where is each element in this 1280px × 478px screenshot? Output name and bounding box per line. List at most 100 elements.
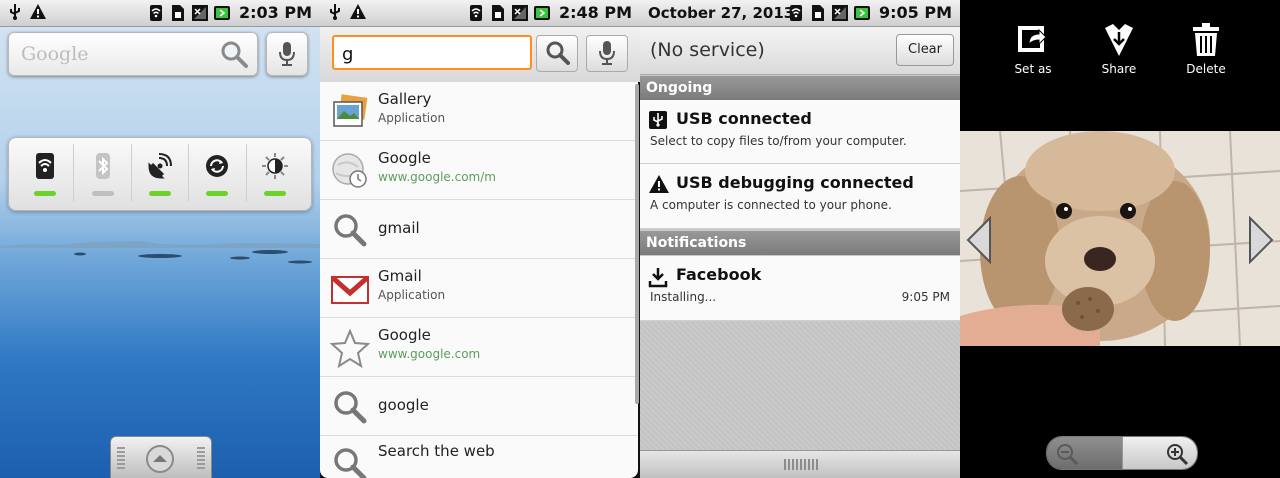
gps-state-indicator — [149, 191, 172, 196]
notification-shade: October 27, 2013 9:05 PM (No service) Cl… — [640, 0, 960, 478]
voice-search-button[interactable] — [266, 32, 308, 76]
zoom-out-button[interactable] — [1047, 437, 1122, 469]
shade-close-handle[interactable] — [640, 450, 960, 478]
gallery-viewer: Set as Share Delete — [960, 0, 1280, 478]
app-drawer-handle[interactable] — [110, 436, 212, 478]
set-as-label: Set as — [1014, 62, 1052, 76]
wifi-toggle[interactable] — [17, 144, 75, 202]
dog-photo — [960, 131, 1280, 346]
suggestion-gmail-app[interactable]: Gmail Application — [320, 259, 638, 318]
notification-text: A computer is connected to your phone. — [650, 198, 892, 212]
power-control-widget — [8, 137, 312, 211]
suggestion-url: www.google.com — [378, 347, 481, 361]
wallpaper-islands — [0, 241, 320, 264]
notification-usb-connected[interactable]: USB connected Select to copy files to/fr… — [640, 100, 960, 164]
download-icon — [648, 268, 668, 288]
brightness-icon — [261, 153, 288, 179]
suggestion-title: google — [378, 396, 429, 414]
notifications-header: Notifications — [640, 231, 960, 255]
notification-facebook-install[interactable]: Facebook Installing... 9:05 PM — [640, 256, 960, 321]
search-icon — [334, 448, 367, 478]
sim-icon — [491, 4, 504, 21]
suggestion-scrollbar[interactable] — [635, 84, 639, 404]
screenshot-collage: 2:03 PM Google 2:48 PM g Gallery Applica… — [0, 0, 1280, 478]
clear-button[interactable]: Clear — [896, 34, 954, 66]
battery-icon — [213, 5, 230, 20]
status-bar[interactable]: October 27, 2013 9:05 PM — [640, 0, 960, 27]
share-label: Share — [1101, 62, 1137, 76]
sync-toggle[interactable] — [189, 144, 247, 202]
notification-title: USB connected — [676, 109, 812, 128]
share-icon — [1105, 24, 1133, 56]
brightness-toggle[interactable] — [247, 144, 303, 202]
star-icon — [330, 328, 370, 368]
status-time: 2:03 PM — [238, 3, 312, 22]
set-as-button[interactable]: Set as — [998, 22, 1068, 76]
search-icon — [334, 391, 367, 424]
warning-icon — [350, 4, 366, 19]
signal-icon — [511, 4, 528, 21]
notification-usb-debugging[interactable]: USB debugging connected A computer is co… — [640, 164, 960, 229]
ongoing-header: Ongoing — [640, 76, 960, 100]
drawer-grip-left — [117, 447, 125, 471]
wifi-status-icon — [469, 4, 482, 21]
carrier-label: (No service) — [650, 39, 765, 61]
sync-state-indicator — [206, 191, 229, 196]
drawer-grip-right — [197, 447, 205, 471]
gmail-icon — [331, 276, 369, 304]
bluetooth-state-indicator — [91, 191, 114, 196]
suggestion-list: Gallery Application Google www.google.co… — [320, 82, 638, 478]
suggestion-gallery[interactable]: Gallery Application — [320, 82, 638, 141]
suggestion-google-query[interactable]: google — [320, 377, 638, 436]
battery-icon — [533, 5, 550, 20]
delete-icon — [1193, 23, 1219, 56]
wifi-status-icon — [789, 4, 802, 21]
status-bar[interactable]: 2:48 PM — [320, 0, 640, 27]
delete-button[interactable]: Delete — [1171, 22, 1241, 76]
search-icon — [546, 41, 570, 65]
warning-icon — [649, 175, 669, 193]
status-time: 2:48 PM — [558, 3, 632, 22]
microphone-icon — [279, 42, 295, 66]
gps-toggle[interactable] — [132, 144, 190, 202]
suggestion-google-bookmark[interactable]: Google www.google.com — [320, 318, 638, 377]
suggestion-title: Search the web — [378, 442, 495, 460]
suggestion-title: Gmail — [378, 267, 422, 285]
gallery-icon — [333, 94, 368, 127]
sim-icon — [811, 4, 824, 21]
bluetooth-toggle[interactable] — [74, 144, 132, 202]
notification-title: Facebook — [676, 265, 762, 284]
usb-icon — [649, 111, 667, 129]
search-screen: 2:48 PM g Gallery Application Google www… — [320, 0, 640, 478]
next-photo-arrow[interactable] — [1248, 216, 1274, 264]
previous-photo-arrow[interactable] — [966, 216, 992, 264]
gps-icon — [148, 153, 173, 179]
search-button[interactable] — [536, 35, 578, 72]
chevron-up-icon — [146, 445, 174, 473]
history-icon — [332, 153, 367, 188]
voice-search-button[interactable] — [586, 35, 628, 72]
zoom-in-icon — [1167, 444, 1189, 466]
suggestion-title: Gallery — [378, 90, 432, 108]
google-search-widget[interactable]: Google — [8, 32, 258, 76]
shade-grip — [784, 459, 818, 470]
suggestion-search-web[interactable]: Search the web — [320, 434, 638, 478]
status-time: 9:05 PM — [878, 3, 952, 22]
suggestion-gmail-query[interactable]: gmail — [320, 200, 638, 259]
share-button[interactable]: Share — [1084, 22, 1154, 76]
usb-icon — [10, 4, 20, 20]
zoom-controls — [1046, 436, 1198, 470]
notification-header: (No service) Clear — [640, 27, 960, 75]
zoom-in-button[interactable] — [1121, 437, 1197, 469]
zoom-out-icon — [1057, 444, 1079, 466]
suggestion-google-history[interactable]: Google www.google.com/m — [320, 141, 638, 200]
google-search-placeholder: Google — [21, 43, 89, 65]
suggestion-title: Google — [378, 326, 431, 344]
warning-icon — [30, 4, 46, 19]
status-bar[interactable]: 2:03 PM — [0, 0, 320, 27]
suggestion-subtitle: Application — [378, 111, 446, 125]
search-icon — [221, 41, 248, 68]
wifi-status-icon — [149, 4, 162, 21]
search-input[interactable]: g — [332, 35, 532, 70]
search-icon — [334, 214, 367, 247]
